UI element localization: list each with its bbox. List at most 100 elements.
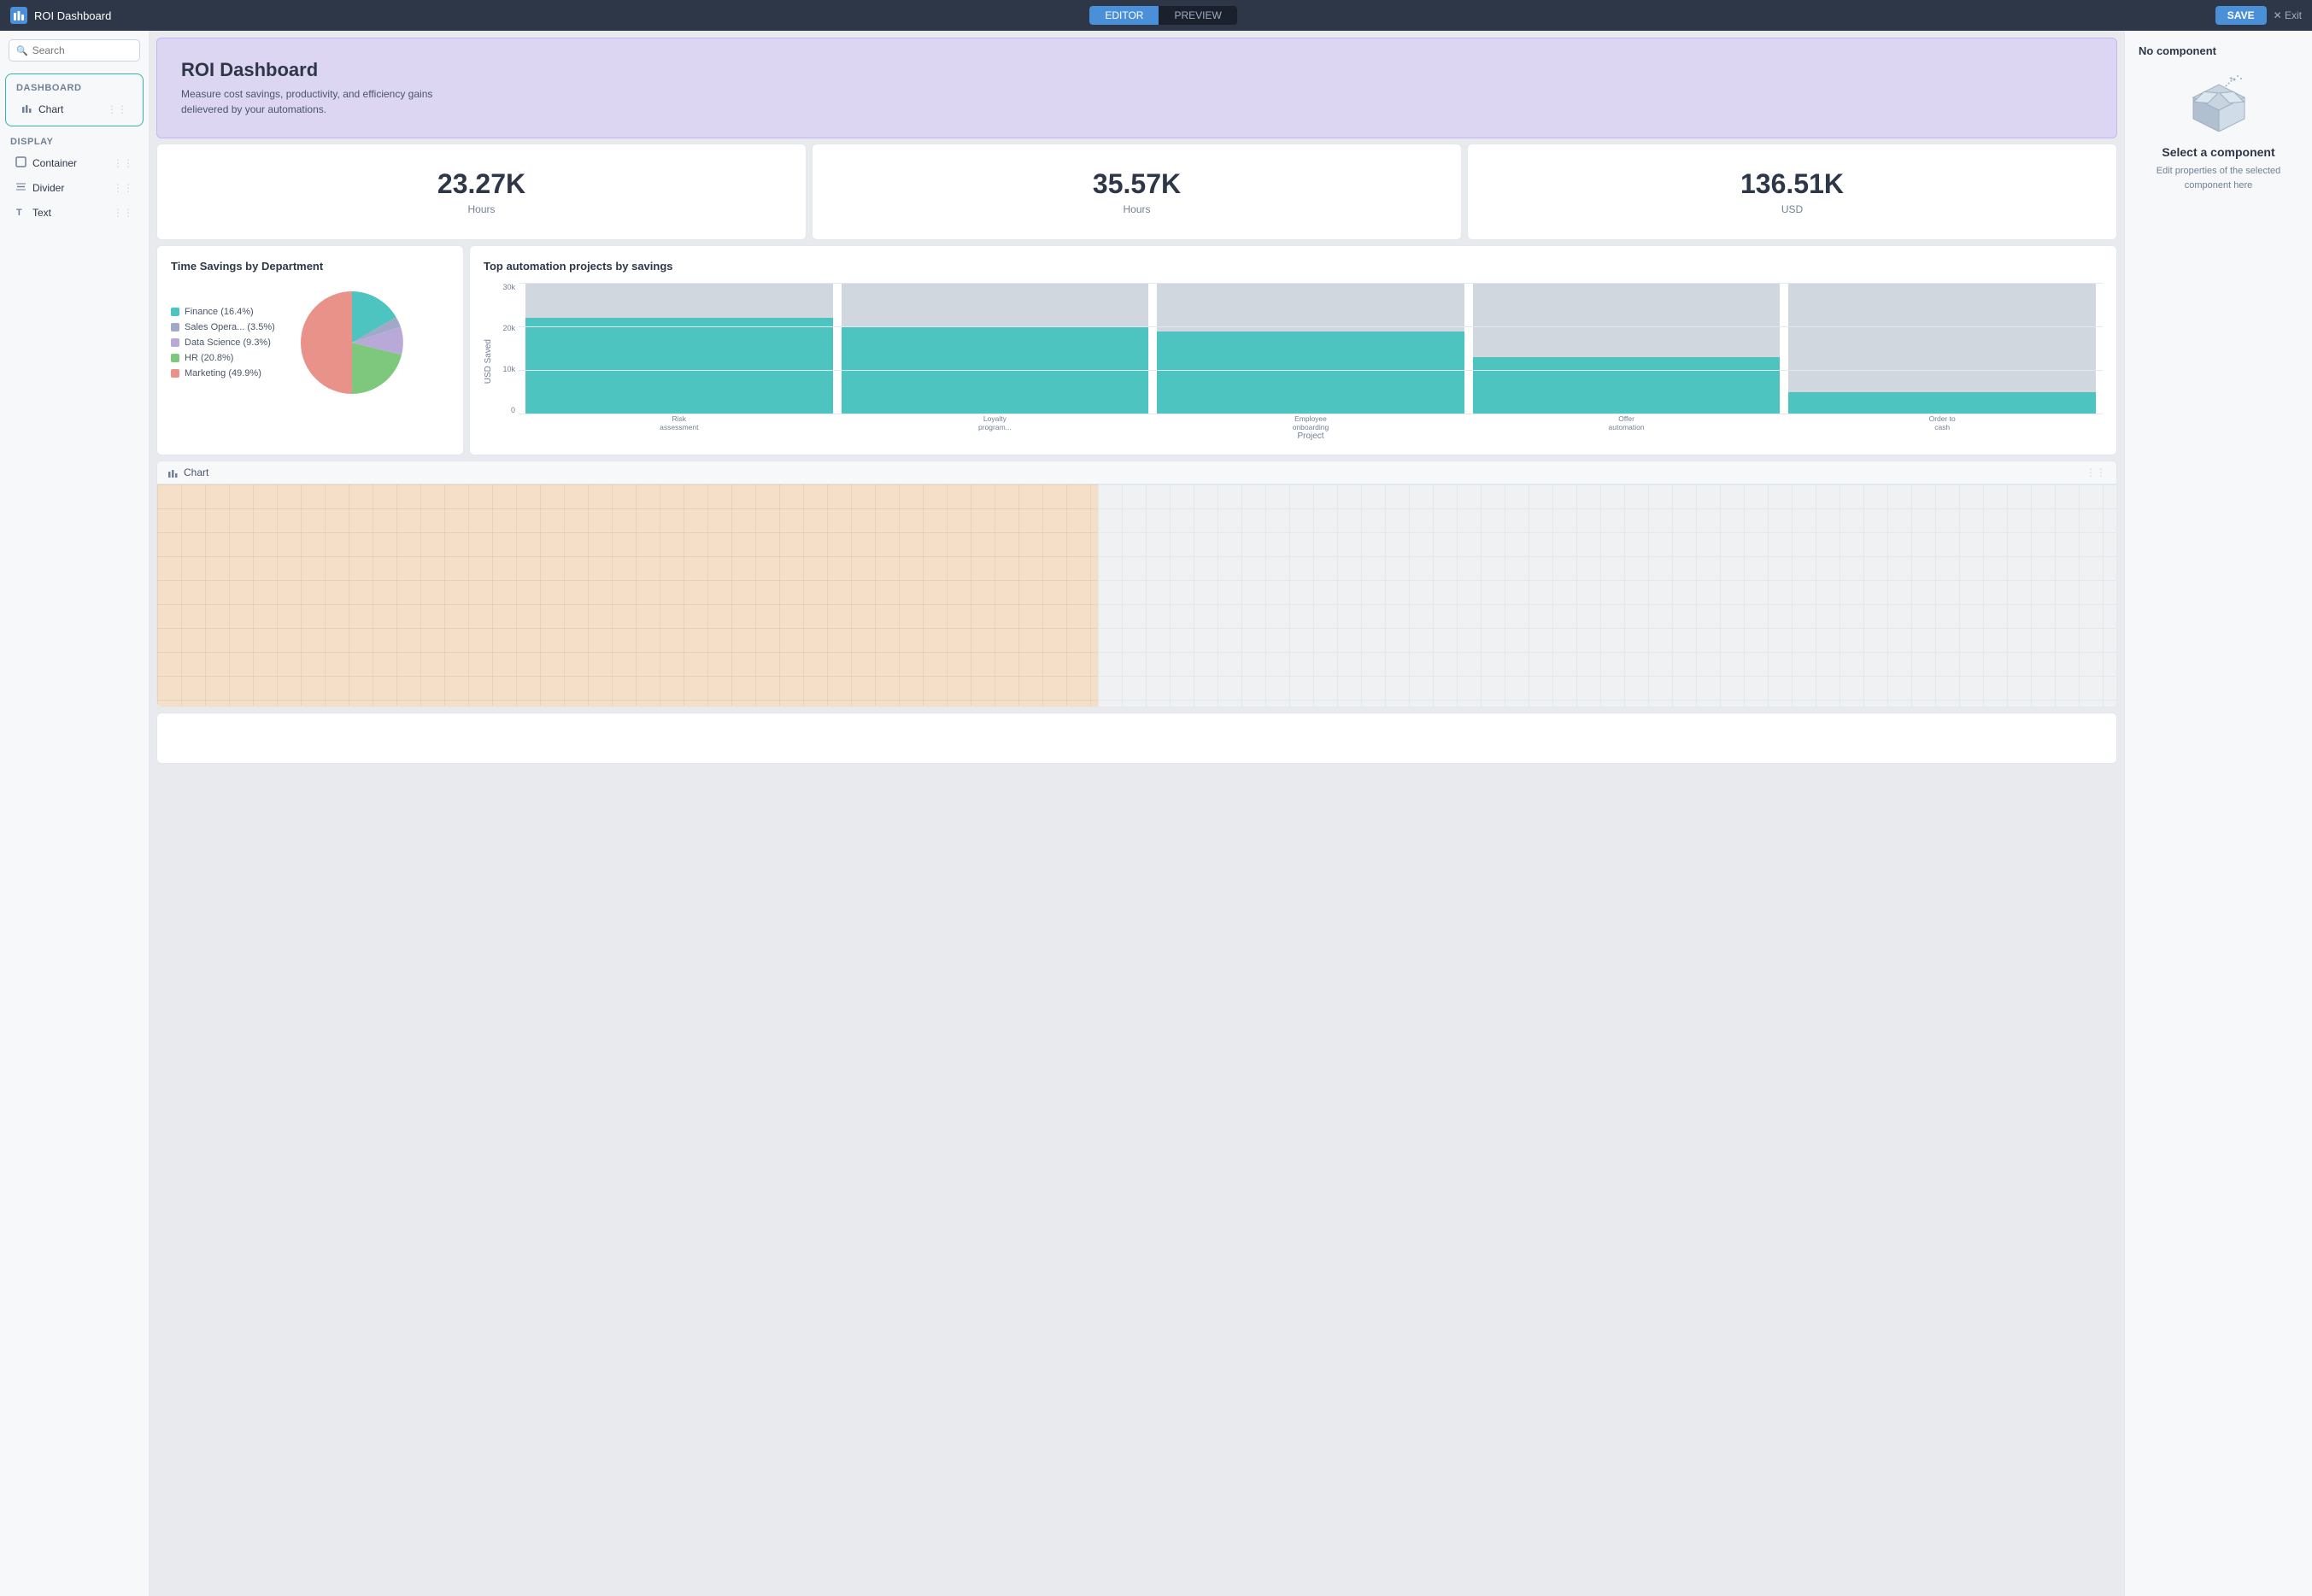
dashboard-section-header: DASHBOARD bbox=[6, 78, 143, 97]
select-component-sub: Edit properties of the selected componen… bbox=[2139, 164, 2298, 192]
legend-item-3: HR (20.8%) bbox=[171, 353, 275, 363]
app-logo bbox=[10, 7, 27, 24]
stat-label-1: Hours bbox=[1123, 203, 1150, 215]
chart-placeholder-header: Chart ⋮⋮ bbox=[157, 461, 2116, 484]
bar-chart-icon bbox=[21, 103, 32, 116]
legend-item-2: Data Science (9.3%) bbox=[171, 337, 275, 348]
drag-handle-chart[interactable]: ⋮⋮ bbox=[107, 103, 127, 115]
empty-bottom-block bbox=[156, 713, 2117, 764]
dashboard-section: DASHBOARD Chart ⋮⋮ bbox=[5, 73, 144, 126]
divider-icon bbox=[15, 181, 26, 195]
x-label-offer: Offerautomation bbox=[1473, 414, 1781, 431]
chart-placeholder-drag[interactable]: ⋮⋮ bbox=[2086, 466, 2106, 478]
svg-text:T: T bbox=[16, 208, 22, 217]
container-icon bbox=[15, 156, 26, 170]
sidebar-item-container[interactable]: Container ⋮⋮ bbox=[5, 151, 144, 175]
grid-right bbox=[1098, 484, 2116, 707]
top-bar-left: ROI Dashboard bbox=[10, 7, 111, 24]
stat-label-2: USD bbox=[1781, 203, 1803, 215]
right-sidebar: No component Select a component Edi bbox=[2124, 31, 2312, 1596]
app-title: ROI Dashboard bbox=[34, 9, 111, 22]
container-label: Container bbox=[32, 157, 77, 169]
search-box[interactable]: 🔍 bbox=[9, 39, 140, 62]
select-component-title: Select a component bbox=[2139, 145, 2298, 159]
text-label: Text bbox=[32, 207, 51, 219]
exit-button[interactable]: ✕ Exit bbox=[2274, 9, 2302, 21]
chart-label: Chart bbox=[38, 103, 63, 115]
dashboard-title: ROI Dashboard bbox=[181, 59, 2092, 81]
y-label-30k: 30k bbox=[502, 283, 515, 291]
sidebar-item-text[interactable]: T Text ⋮⋮ bbox=[5, 201, 144, 225]
y-label-20k: 20k bbox=[502, 324, 515, 332]
bar-chart-title: Top automation projects by savings bbox=[484, 260, 2103, 273]
x-label-risk: Riskassessment bbox=[525, 414, 833, 431]
stat-card-2: 136.51K USD bbox=[1467, 144, 2117, 240]
stats-row: 23.27K Hours 35.57K Hours 136.51K USD bbox=[156, 144, 2117, 240]
pie-chart-area: Finance (16.4%) Sales Opera... (3.5%) Da… bbox=[171, 283, 449, 402]
bar-risk bbox=[525, 283, 833, 414]
stat-value-0: 23.27K bbox=[437, 168, 525, 200]
top-bar-right: SAVE ✕ Exit bbox=[2215, 6, 2302, 25]
chart-placeholder-icon bbox=[167, 467, 179, 478]
legend-dot-1 bbox=[171, 323, 179, 332]
drag-handle-container[interactable]: ⋮⋮ bbox=[113, 157, 133, 169]
dashboard-subtitle: Measure cost savings, productivity, and … bbox=[181, 86, 2092, 117]
stat-card-1: 35.57K Hours bbox=[812, 144, 1462, 240]
legend-label-2: Data Science (9.3%) bbox=[185, 337, 271, 348]
legend-item-1: Sales Opera... (3.5%) bbox=[171, 322, 275, 332]
pie-chart-title: Time Savings by Department bbox=[171, 260, 449, 273]
bar-loyalty bbox=[842, 283, 1149, 414]
x-axis-title: Project bbox=[519, 431, 2103, 441]
main-canvas: ROI Dashboard Measure cost savings, prod… bbox=[150, 31, 2124, 1596]
stat-value-1: 35.57K bbox=[1093, 168, 1181, 200]
display-section-header: DISPLAY bbox=[0, 132, 149, 150]
legend-item-4: Marketing (49.9%) bbox=[171, 368, 275, 378]
display-section: DISPLAY Container ⋮⋮ bbox=[0, 132, 149, 226]
pie-legend: Finance (16.4%) Sales Opera... (3.5%) Da… bbox=[171, 307, 275, 378]
legend-label-4: Marketing (49.9%) bbox=[185, 368, 261, 378]
y-axis-title: USD Saved bbox=[484, 339, 493, 384]
header-block: ROI Dashboard Measure cost savings, prod… bbox=[156, 38, 2117, 138]
grid-peach bbox=[157, 484, 1098, 707]
drag-handle-divider[interactable]: ⋮⋮ bbox=[113, 182, 133, 194]
legend-dot-4 bbox=[171, 369, 179, 378]
bar-chart-card: Top automation projects by savings USD S… bbox=[469, 245, 2117, 455]
sidebar-item-chart[interactable]: Chart ⋮⋮ bbox=[11, 97, 138, 121]
x-label-order: Order tocash bbox=[1788, 414, 2096, 431]
divider-label: Divider bbox=[32, 182, 64, 194]
sidebar-item-divider[interactable]: Divider ⋮⋮ bbox=[5, 176, 144, 200]
y-label-0: 0 bbox=[511, 406, 515, 414]
x-label-loyalty: Loyaltyprogram... bbox=[842, 414, 1149, 431]
legend-label-1: Sales Opera... (3.5%) bbox=[185, 322, 275, 332]
x-label-onboarding: Employeeonboarding bbox=[1157, 414, 1464, 431]
legend-dot-0 bbox=[171, 308, 179, 316]
charts-row: Time Savings by Department Finance (16.4… bbox=[156, 245, 2117, 455]
stat-label-0: Hours bbox=[467, 203, 495, 215]
legend-label-3: HR (20.8%) bbox=[185, 353, 233, 363]
chart-placeholder-body bbox=[157, 484, 2116, 707]
main-layout: 🔍 DASHBOARD Chart ⋮⋮ bbox=[0, 31, 2312, 1596]
pie-chart-svg bbox=[292, 283, 412, 402]
stat-value-2: 136.51K bbox=[1740, 168, 1844, 200]
pie-chart-card: Time Savings by Department Finance (16.4… bbox=[156, 245, 464, 455]
no-component-label: No component bbox=[2139, 44, 2298, 57]
drag-handle-text[interactable]: ⋮⋮ bbox=[113, 207, 133, 219]
bar-offer bbox=[1473, 283, 1781, 414]
component-illustration bbox=[2139, 67, 2298, 132]
left-sidebar: 🔍 DASHBOARD Chart ⋮⋮ bbox=[0, 31, 150, 1596]
chart-placeholder-label: Chart bbox=[184, 466, 208, 478]
chart-right-col bbox=[1098, 484, 2116, 707]
legend-item-0: Finance (16.4%) bbox=[171, 307, 275, 317]
preview-tab[interactable]: PREVIEW bbox=[1159, 6, 1236, 25]
editor-tab[interactable]: EDITOR bbox=[1089, 6, 1159, 25]
search-input[interactable] bbox=[32, 44, 132, 56]
chart-placeholder-block: Chart ⋮⋮ bbox=[156, 461, 2117, 707]
y-label-10k: 10k bbox=[502, 365, 515, 373]
top-bar: ROI Dashboard EDITOR PREVIEW SAVE ✕ Exit bbox=[0, 0, 2312, 31]
editor-preview-toggle: EDITOR PREVIEW bbox=[1089, 6, 1236, 25]
text-icon: T bbox=[15, 206, 26, 220]
legend-dot-2 bbox=[171, 338, 179, 347]
stat-card-0: 23.27K Hours bbox=[156, 144, 807, 240]
save-button[interactable]: SAVE bbox=[2215, 6, 2267, 25]
search-icon: 🔍 bbox=[16, 45, 28, 56]
